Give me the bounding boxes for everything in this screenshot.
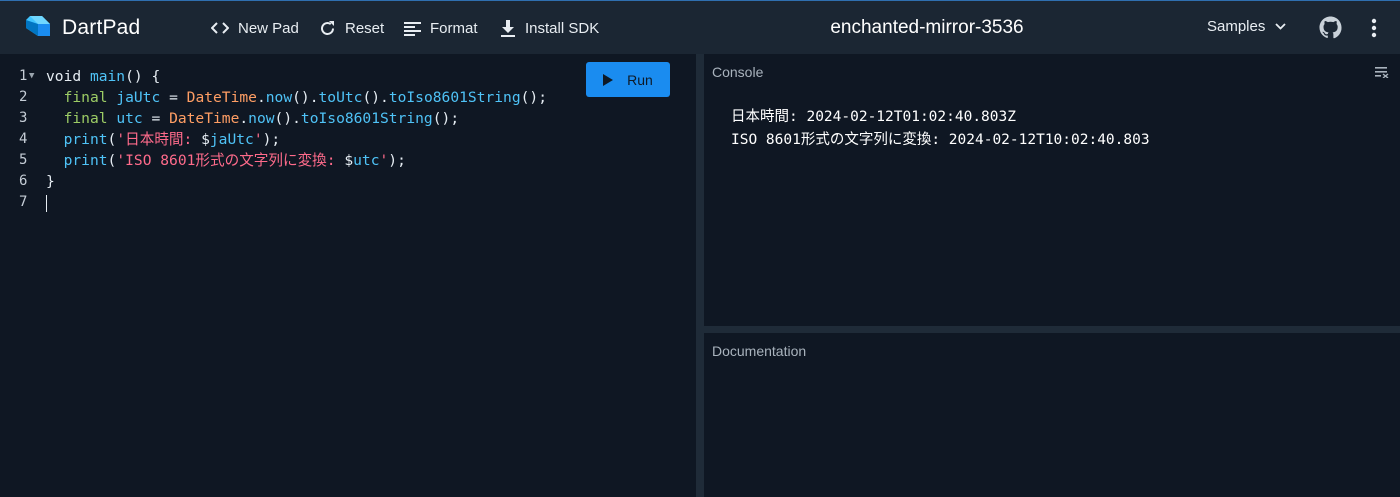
- code-line[interactable]: print('ISO 8601形式の文字列に変換: $utc');: [46, 150, 547, 171]
- reset-button[interactable]: Reset: [319, 17, 384, 39]
- reset-label: Reset: [345, 19, 385, 37]
- horizontal-splitter[interactable]: [704, 326, 1400, 333]
- format-button[interactable]: Format: [404, 17, 478, 39]
- line-number-gutter: 1 ▼ 2 3 4 5 6 7: [0, 66, 40, 213]
- code-line[interactable]: void main() {: [46, 66, 547, 87]
- console-output: 日本時間: 2024-02-12T01:02:40.803Z ISO 8601形…: [731, 106, 1150, 152]
- console-output-line: ISO 8601形式の文字列に変換: 2024-02-12T10:02:40.8…: [731, 132, 1150, 148]
- line-number: 3: [19, 110, 28, 126]
- fold-arrow-icon[interactable]: ▼: [29, 66, 34, 87]
- code-editor[interactable]: 1 ▼ 2 3 4 5 6 7 void main() { final jaUtc…: [0, 54, 696, 497]
- code-line[interactable]: print('日本時間: $jaUtc');: [46, 129, 547, 150]
- app-header: DartPad New Pad Reset Format Install SDK…: [0, 0, 1400, 54]
- app-name: DartPad: [62, 16, 141, 39]
- install-sdk-button[interactable]: Install SDK: [500, 17, 599, 39]
- line-number: 7: [19, 194, 28, 210]
- dart-logo-icon: [26, 16, 50, 36]
- documentation-panel: Documentation: [704, 333, 1400, 497]
- github-icon[interactable]: [1319, 16, 1342, 39]
- line-number: 4: [19, 131, 28, 147]
- chevron-down-icon: [1275, 23, 1286, 30]
- play-icon: [603, 73, 614, 86]
- documentation-title: Documentation: [712, 343, 807, 359]
- install-sdk-label: Install SDK: [525, 19, 600, 37]
- samples-dropdown[interactable]: Samples: [1207, 18, 1286, 35]
- line-number: 6: [19, 173, 28, 189]
- run-label: Run: [627, 71, 653, 88]
- console-panel: Console 日本時間: 2024-02-12T01:02:40.803Z I…: [704, 54, 1400, 326]
- pad-title[interactable]: enchanted-mirror-3536: [830, 17, 1023, 38]
- line-number: 1 ▼: [0, 66, 40, 87]
- code-line[interactable]: }: [46, 171, 547, 192]
- format-label: Format: [430, 19, 478, 37]
- code-line[interactable]: final jaUtc = DateTime.now().toUtc().toI…: [46, 87, 547, 108]
- refresh-icon: [321, 20, 334, 35]
- run-button[interactable]: Run: [586, 62, 670, 97]
- samples-label: Samples: [1207, 18, 1266, 35]
- code-icon: [211, 22, 229, 34]
- line-number: 5: [19, 152, 28, 168]
- text-cursor: [46, 194, 47, 212]
- new-pad-label: New Pad: [238, 19, 299, 37]
- format-align-icon: [404, 21, 421, 36]
- vertical-splitter[interactable]: [696, 54, 704, 497]
- clear-console-icon[interactable]: [1375, 66, 1389, 78]
- more-vert-icon[interactable]: [1367, 17, 1381, 39]
- console-output-line: 日本時間: 2024-02-12T01:02:40.803Z: [731, 109, 1016, 125]
- code-line[interactable]: final utc = DateTime.now().toIso8601Stri…: [46, 108, 547, 129]
- download-icon: [501, 19, 515, 37]
- code-area[interactable]: void main() { final jaUtc = DateTime.now…: [46, 66, 547, 213]
- console-title: Console: [712, 64, 764, 80]
- code-line[interactable]: [46, 192, 547, 213]
- line-number: 2: [19, 89, 28, 105]
- new-pad-button[interactable]: New Pad: [211, 17, 299, 39]
- pad-title-container: enchanted-mirror-3536: [0, 17, 1400, 39]
- brand[interactable]: DartPad: [24, 13, 140, 43]
